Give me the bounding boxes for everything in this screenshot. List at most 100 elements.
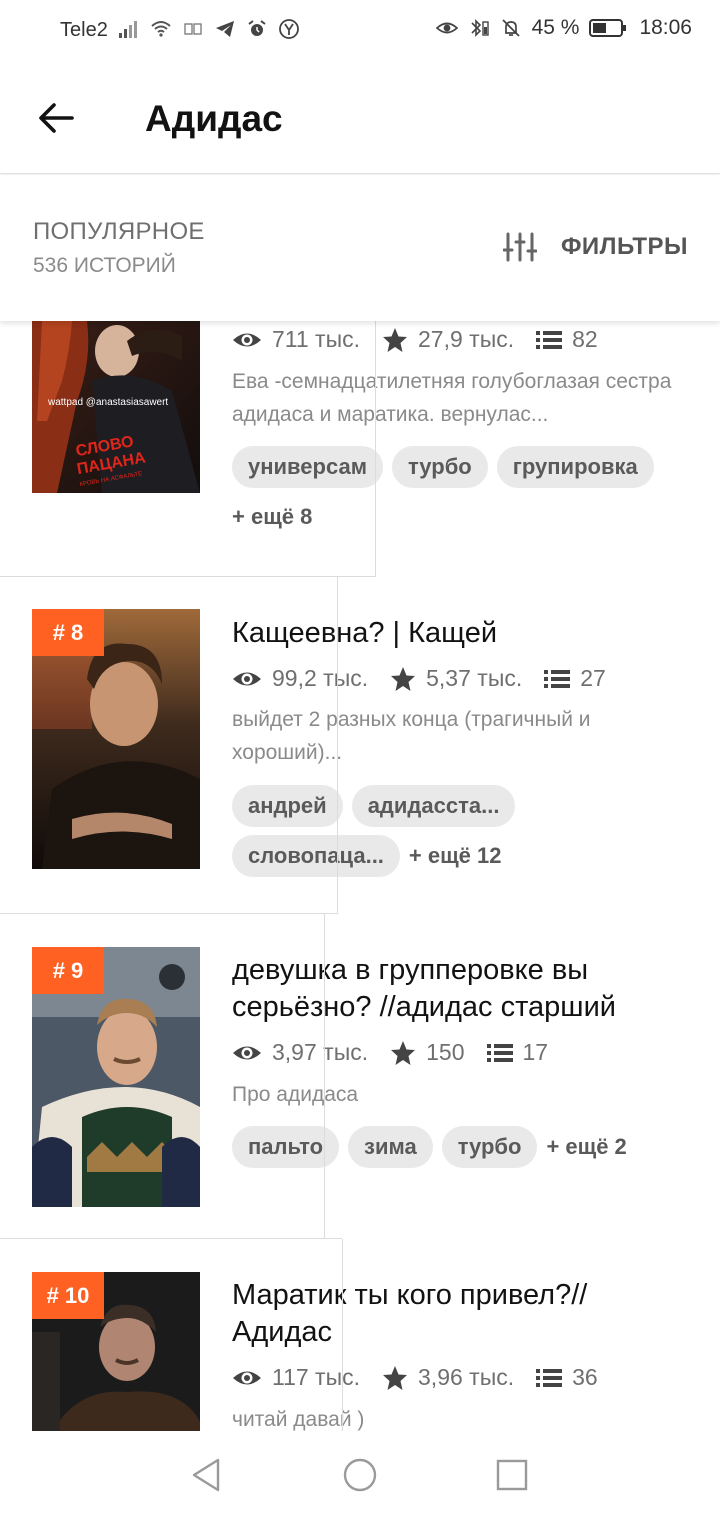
parts-stat: 17 [486, 1039, 549, 1066]
signal-icon [119, 21, 137, 38]
parts-count: 27 [580, 665, 606, 691]
eye-icon [233, 1371, 261, 1384]
views-count: 3,97 тыс. [272, 1039, 369, 1065]
filter-bar: ПОПУЛЯРНОЕ 536 ИСТОРИЙ ФИЛЬТРЫ [0, 175, 720, 321]
filters-label: ФИЛЬТРЫ [560, 233, 688, 260]
parts-stat: 82 [536, 326, 598, 353]
votes-stat: 150 [390, 1039, 465, 1066]
carrier-label: Tele2 [60, 19, 108, 41]
votes-stat: 5,37 тыс. [390, 665, 522, 692]
story-stats: 711 тыс. 27,9 тыс. 82 [232, 326, 620, 353]
eye-icon [233, 1046, 261, 1059]
filters-button[interactable]: ФИЛЬТРЫ [502, 231, 688, 263]
nav-home-icon[interactable] [342, 1457, 378, 1493]
more-tags-link[interactable]: + ещё 2 [546, 1126, 626, 1168]
story-title[interactable]: Кащеевна? | Кащей [232, 615, 682, 652]
votes-stat: 3,96 тыс. [382, 1364, 514, 1391]
system-nav-bar [0, 1431, 720, 1520]
list-icon [544, 669, 571, 688]
views-stat: 711 тыс. [232, 326, 360, 353]
views-stat: 3,97 тыс. [232, 1039, 368, 1066]
sliders-icon [502, 232, 537, 262]
cover-image: wattpad @anastasiasawert СЛОВО ПАЦАНА КР… [32, 321, 200, 493]
story-description: читай давай ) [232, 1408, 365, 1431]
story-card[interactable]: wattpad @anastasiasawert СЛОВО ПАЦАНА КР… [0, 321, 720, 577]
votes-count: 150 [426, 1039, 465, 1065]
votes-stat: 27,9 тыс. [382, 326, 514, 353]
star-icon [383, 327, 408, 352]
star-icon [383, 1365, 408, 1390]
battery-icon [589, 19, 627, 37]
back-arrow-icon[interactable] [34, 96, 78, 140]
status-icons-left [118, 18, 300, 40]
mute-icon [501, 19, 520, 37]
eye-comfort-icon [435, 22, 458, 34]
star-icon [391, 1040, 416, 1065]
story-card[interactable]: # 8 Кащеевна? | Кащей 99,2 тыс. 5,37 тыс… [0, 577, 720, 914]
more-tags-link[interactable]: + ещё 8 [232, 496, 312, 538]
story-stats: 3,97 тыс. 150 17 [232, 1039, 570, 1066]
battery-percent: 45 % [531, 16, 580, 39]
bluetooth-battery-icon [470, 19, 489, 37]
nav-back-icon[interactable] [188, 1457, 224, 1493]
story-card[interactable]: # 10 Маратик ты кого привел?// Адидас 11… [0, 1239, 720, 1431]
status-bar: Tele2 45 % 18:06 [0, 0, 720, 62]
tag-chip[interactable]: зима [348, 1126, 433, 1168]
story-description: Ева -семнадцатилетняя голубоглазая сестр… [232, 370, 672, 426]
parts-count: 17 [522, 1039, 549, 1065]
alarm-icon [248, 20, 266, 36]
parts-stat: 36 [536, 1364, 598, 1391]
story-count: 536 ИСТОРИЙ [33, 254, 176, 277]
story-stats: 99,2 тыс. 5,37 тыс. 27 [232, 665, 628, 692]
sort-dropdown[interactable]: ПОПУЛЯРНОЕ [33, 218, 205, 246]
tag-chip[interactable]: универсам [232, 446, 383, 488]
story-tags: андрей адидасста... словопаца... + ещё 1… [232, 785, 552, 877]
views-count: 99,2 тыс. [272, 665, 369, 691]
tag-chip[interactable]: групировка [496, 446, 654, 488]
story-card[interactable]: # 9 девушка в групперовке вы серьёзно? /… [0, 914, 720, 1239]
views-stat: 117 тыс. [232, 1364, 360, 1391]
rank-badge: # 10 [32, 1272, 104, 1319]
rank-badge: # 9 [32, 947, 104, 994]
yandex-icon [279, 19, 299, 39]
story-description: Про адидаса [232, 1083, 359, 1106]
tag-chip[interactable]: адидасста... [351, 785, 516, 827]
list-icon [536, 1368, 563, 1387]
tag-chip[interactable]: турбо [441, 1126, 538, 1168]
more-tags-link[interactable]: + ещё 12 [409, 835, 502, 877]
rank-badge: # 8 [32, 609, 104, 656]
clock: 18:06 [639, 16, 692, 39]
eye-icon [233, 672, 261, 685]
story-cover[interactable]: wattpad @anastasiasawert СЛОВО ПАЦАНА КР… [32, 321, 200, 493]
status-icons-right: 45 % 18:06 [435, 16, 692, 40]
list-icon [486, 1043, 513, 1062]
parts-count: 82 [572, 326, 598, 352]
page-title: Адидас [145, 98, 283, 139]
parts-stat: 27 [544, 665, 606, 692]
telegram-icon [216, 21, 234, 37]
views-stat: 99,2 тыс. [232, 665, 368, 692]
views-count: 711 тыс. [272, 326, 361, 352]
tag-chip[interactable]: пальто [232, 1126, 340, 1168]
star-icon [391, 666, 416, 691]
story-title[interactable]: девушка в групперовке вы серьёзно? //ади… [232, 952, 682, 1026]
views-count: 117 тыс. [272, 1364, 361, 1390]
story-stats: 117 тыс. 3,96 тыс. 36 [232, 1364, 620, 1391]
wifi-icon [151, 21, 171, 37]
votes-count: 5,37 тыс. [426, 665, 523, 691]
votes-count: 27,9 тыс. [418, 326, 515, 352]
tag-chip[interactable]: андрей [232, 785, 343, 827]
story-title[interactable]: Маратик ты кого привел?// Адидас [232, 1277, 682, 1351]
tag-chip[interactable]: словопаца... [232, 835, 400, 877]
app-bar: Адидас [0, 62, 720, 174]
story-tags: пальто зима турбо + ещё 2 [232, 1126, 692, 1168]
tag-chip[interactable]: турбо [391, 446, 488, 488]
nfc-icon [184, 23, 202, 35]
votes-count: 3,96 тыс. [418, 1364, 515, 1390]
story-tags: универсам турбо групировка + ещё 8 [232, 446, 692, 538]
story-list: wattpad @anastasiasawert СЛОВО ПАЦАНА КР… [0, 321, 720, 1431]
nav-recents-icon[interactable] [494, 1457, 530, 1493]
list-icon [536, 330, 563, 349]
eye-icon [233, 333, 261, 346]
story-description: выйдет 2 разных конца (трагичный и хорош… [232, 708, 591, 764]
